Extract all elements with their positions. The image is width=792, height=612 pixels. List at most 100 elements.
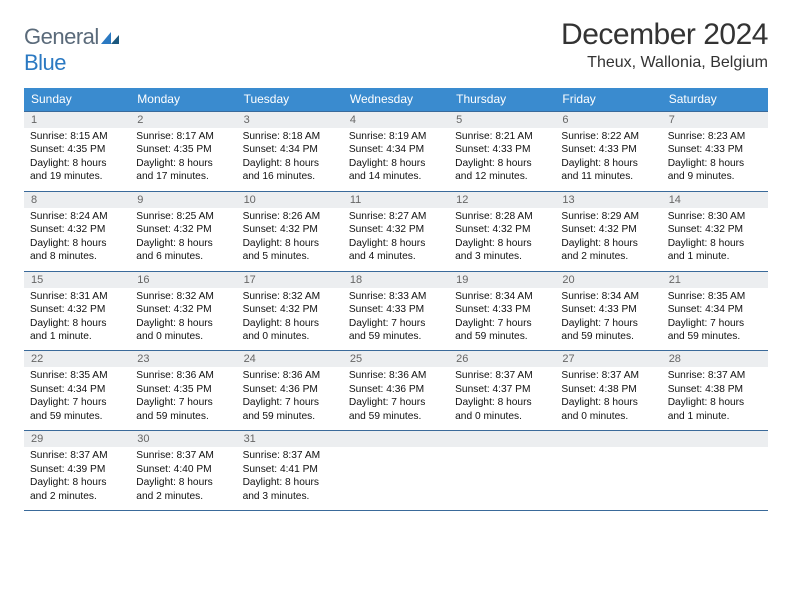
sunrise-text: Sunrise: 8:32 AM	[136, 290, 230, 303]
dl2-text: and 4 minutes.	[349, 250, 443, 263]
day-number: 31	[237, 431, 343, 447]
sunrise-text: Sunrise: 8:25 AM	[136, 210, 230, 223]
sunrise-text: Sunrise: 8:24 AM	[30, 210, 124, 223]
day-cell: Sunrise: 8:35 AMSunset: 4:34 PMDaylight:…	[662, 288, 768, 351]
sunset-text: Sunset: 4:32 PM	[349, 223, 443, 236]
week-row: 1234567Sunrise: 8:15 AMSunset: 4:35 PMDa…	[24, 111, 768, 191]
day-cell: Sunrise: 8:36 AMSunset: 4:36 PMDaylight:…	[343, 367, 449, 430]
sunrise-text: Sunrise: 8:36 AM	[349, 369, 443, 382]
sunset-text: Sunset: 4:35 PM	[136, 143, 230, 156]
day-number: 29	[24, 431, 130, 447]
sunset-text: Sunset: 4:36 PM	[243, 383, 337, 396]
dl1-text: Daylight: 8 hours	[30, 237, 124, 250]
day-number: 27	[555, 351, 661, 367]
dl1-text: Daylight: 8 hours	[136, 237, 230, 250]
sunset-text: Sunset: 4:32 PM	[30, 303, 124, 316]
sunset-text: Sunset: 4:32 PM	[455, 223, 549, 236]
sunset-text: Sunset: 4:41 PM	[243, 463, 337, 476]
calendar-body: 1234567Sunrise: 8:15 AMSunset: 4:35 PMDa…	[24, 111, 768, 511]
week-row: 293031Sunrise: 8:37 AMSunset: 4:39 PMDay…	[24, 430, 768, 511]
day-number-row: 891011121314	[24, 192, 768, 208]
day-number: 10	[237, 192, 343, 208]
dl1-text: Daylight: 7 hours	[136, 396, 230, 409]
sunset-text: Sunset: 4:38 PM	[668, 383, 762, 396]
logo-text: GeneralBlue	[24, 24, 119, 76]
dl1-text: Daylight: 8 hours	[561, 237, 655, 250]
logo: GeneralBlue	[24, 24, 119, 76]
day-number: 30	[130, 431, 236, 447]
sunrise-text: Sunrise: 8:36 AM	[136, 369, 230, 382]
sunrise-text: Sunrise: 8:28 AM	[455, 210, 549, 223]
day-number-row: 1234567	[24, 112, 768, 128]
day-number: 12	[449, 192, 555, 208]
day-number: 18	[343, 272, 449, 288]
sunrise-text: Sunrise: 8:30 AM	[668, 210, 762, 223]
day-cell: Sunrise: 8:36 AMSunset: 4:35 PMDaylight:…	[130, 367, 236, 430]
sunrise-text: Sunrise: 8:29 AM	[561, 210, 655, 223]
sunrise-text: Sunrise: 8:36 AM	[243, 369, 337, 382]
day-cell	[343, 447, 449, 510]
dl2-text: and 11 minutes.	[561, 170, 655, 183]
day-number: 11	[343, 192, 449, 208]
day-cell: Sunrise: 8:37 AMSunset: 4:38 PMDaylight:…	[555, 367, 661, 430]
day-number	[555, 431, 661, 447]
day-number: 7	[662, 112, 768, 128]
day-cell: Sunrise: 8:28 AMSunset: 4:32 PMDaylight:…	[449, 208, 555, 271]
weekday-header: Sunday Monday Tuesday Wednesday Thursday…	[24, 88, 768, 111]
sunset-text: Sunset: 4:34 PM	[668, 303, 762, 316]
dl2-text: and 12 minutes.	[455, 170, 549, 183]
day-data-row: Sunrise: 8:31 AMSunset: 4:32 PMDaylight:…	[24, 288, 768, 351]
day-cell: Sunrise: 8:34 AMSunset: 4:33 PMDaylight:…	[449, 288, 555, 351]
page-title: December 2024	[561, 18, 768, 52]
dl2-text: and 14 minutes.	[349, 170, 443, 183]
week-row: 891011121314 Sunrise: 8:24 AM Sunset: 4:32…	[24, 191, 768, 271]
dl1-text: Daylight: 8 hours	[243, 237, 337, 250]
day-cell	[555, 447, 661, 510]
sunrise-text: Sunrise: 8:22 AM	[561, 130, 655, 143]
day-number: 2	[130, 112, 236, 128]
sunset-text: Sunset: 4:32 PM	[243, 223, 337, 236]
day-number: 15	[24, 272, 130, 288]
dl1-text: Daylight: 7 hours	[30, 396, 124, 409]
weekday-thu: Thursday	[449, 88, 555, 111]
dl2-text: and 3 minutes.	[243, 490, 337, 503]
day-number	[449, 431, 555, 447]
dl2-text: and 2 minutes.	[561, 250, 655, 263]
sunset-text: Sunset: 4:34 PM	[349, 143, 443, 156]
dl1-text: Daylight: 7 hours	[561, 317, 655, 330]
day-cell: Sunrise: 8:25 AMSunset: 4:32 PMDaylight:…	[130, 208, 236, 271]
day-cell: Sunrise: 8:19 AMSunset: 4:34 PMDaylight:…	[343, 128, 449, 191]
dl1-text: Daylight: 8 hours	[243, 476, 337, 489]
dl2-text: and 17 minutes.	[136, 170, 230, 183]
sunset-text: Sunset: 4:36 PM	[349, 383, 443, 396]
dl2-text: and 8 minutes.	[30, 250, 124, 263]
sunrise-text: Sunrise: 8:18 AM	[243, 130, 337, 143]
sunrise-text: Sunrise: 8:37 AM	[668, 369, 762, 382]
day-cell: Sunrise: 8:35 AMSunset: 4:34 PMDaylight:…	[24, 367, 130, 430]
weekday-tue: Tuesday	[237, 88, 343, 111]
dl2-text: and 1 minute.	[668, 250, 762, 263]
dl1-text: Daylight: 8 hours	[455, 396, 549, 409]
day-cell: Sunrise: 8:21 AMSunset: 4:33 PMDaylight:…	[449, 128, 555, 191]
dl1-text: Daylight: 8 hours	[668, 157, 762, 170]
dl1-text: Daylight: 8 hours	[243, 157, 337, 170]
dl1-text: Daylight: 8 hours	[243, 317, 337, 330]
weekday-sat: Saturday	[662, 88, 768, 111]
sunrise-text: Sunrise: 8:26 AM	[243, 210, 337, 223]
sunset-text: Sunset: 4:32 PM	[136, 223, 230, 236]
weekday-mon: Monday	[130, 88, 236, 111]
dl2-text: and 9 minutes.	[668, 170, 762, 183]
location-label: Theux, Wallonia, Belgium	[561, 54, 768, 72]
day-number: 23	[130, 351, 236, 367]
sunrise-text: Sunrise: 8:35 AM	[30, 369, 124, 382]
sunset-text: Sunset: 4:38 PM	[561, 383, 655, 396]
day-number: 17	[237, 272, 343, 288]
dl1-text: Daylight: 8 hours	[668, 396, 762, 409]
sunrise-text: Sunrise: 8:19 AM	[349, 130, 443, 143]
weekday-sun: Sunday	[24, 88, 130, 111]
sunset-text: Sunset: 4:35 PM	[136, 383, 230, 396]
sunset-text: Sunset: 4:33 PM	[561, 303, 655, 316]
dl2-text: and 59 minutes.	[668, 330, 762, 343]
dl2-text: and 2 minutes.	[136, 490, 230, 503]
sunrise-text: Sunrise: 8:37 AM	[561, 369, 655, 382]
